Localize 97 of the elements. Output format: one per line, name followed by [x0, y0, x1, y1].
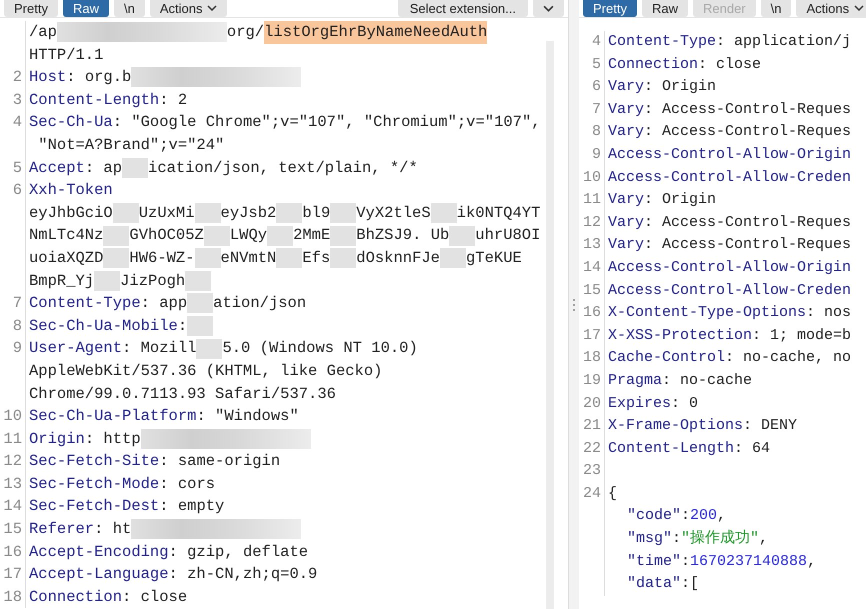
- code-line: /ap org/listOrgEhrByNameNeedAuth: [26, 21, 488, 44]
- line-number: 23: [579, 460, 605, 483]
- view-tab[interactable]: Pretty: [4, 0, 58, 17]
- code-line: X-XSS-Protection: 1; mode=b: [607, 326, 852, 346]
- code-line: "code":200,: [626, 506, 726, 526]
- view-tab[interactable]: \n: [114, 0, 145, 17]
- line-number: 7: [0, 292, 26, 315]
- code-line: X-Content-Type-Options: nos: [607, 303, 852, 324]
- code-line: Vary: Origin: [607, 77, 716, 98]
- line-number: 4: [0, 111, 26, 134]
- line-number: 12: [0, 450, 26, 473]
- line-number: 21: [579, 415, 605, 438]
- code-line: uoiaXQZD HW6-WZ- eNVmtN Efs dOsknnFJe gTeKUE: [28, 247, 522, 270]
- code-line: Vary: Access-Control-Reques: [607, 100, 852, 120]
- code-line: Sec-Fetch-Dest: empty: [28, 496, 224, 518]
- code-line: Access-Control-Allow-Creden: [607, 280, 852, 301]
- view-tab[interactable]: Pretty: [583, 0, 637, 17]
- pane-divider-handle[interactable]: [568, 0, 579, 609]
- line-number: 10: [579, 166, 605, 190]
- line-number: 13: [579, 234, 605, 257]
- code-line: "time":1670237140888,: [626, 552, 816, 572]
- view-tab[interactable]: Raw: [62, 0, 109, 17]
- code-line: eyJhbGciO UzUxMi eyJsb2 bl9 VyX2tleS ik0NTQ4YT: [28, 202, 540, 224]
- code-line: Vary: Origin: [607, 190, 716, 210]
- line-number: 4: [579, 31, 605, 54]
- code-line: Content-Type: app ation/json: [28, 292, 306, 315]
- line-number: 6: [0, 179, 26, 202]
- view-tab[interactable]: \n: [760, 0, 792, 17]
- line-number: 5: [579, 54, 605, 76]
- code-line: Sec-Fetch-Mode: cors: [28, 474, 216, 495]
- code-line: Sec-Ch-Ua-Mobile:: [26, 314, 214, 338]
- caret-icon: [543, 4, 554, 12]
- line-number: 9: [0, 337, 26, 360]
- code-line: User-Agent: Mozill 5.0 (Windows NT 10.0): [28, 338, 418, 360]
- line-number: 17: [579, 324, 605, 348]
- code-line: Chrome/99.0.7113.93 Safari/537.36: [28, 384, 336, 404]
- line-number: 17: [0, 563, 26, 586]
- line-number: 7: [579, 98, 605, 122]
- line-number: 8: [579, 121, 605, 144]
- code-line: AppleWebKit/537.36 (KHTML, like Gecko): [28, 360, 382, 382]
- line-number: 15: [0, 518, 26, 541]
- dropdown-button[interactable]: [533, 0, 564, 17]
- line-number: 20: [579, 392, 605, 416]
- code-line: Connection: close: [607, 54, 762, 75]
- code-line: Access-Control-Allow-Creden: [607, 168, 852, 188]
- view-tab[interactable]: Actions: [796, 0, 866, 17]
- line-number: 11: [0, 428, 26, 450]
- code-line: "Not=A?Brand";v="24": [37, 134, 224, 156]
- line-number: 11: [579, 189, 605, 212]
- code-line: Sec-Ch-Ua-Platform: "Windows": [28, 406, 299, 428]
- line-number: 19: [579, 370, 605, 392]
- line-number: 9: [579, 144, 605, 167]
- code-line: {: [607, 484, 618, 504]
- code-line: Cache-Control: no-cache, no: [607, 348, 852, 368]
- line-number: 3: [0, 88, 26, 112]
- line-number: 5: [0, 156, 26, 180]
- code-line: Content-Length: 2: [28, 90, 188, 111]
- line-number: 8: [0, 314, 26, 338]
- code-line: "data":[: [626, 574, 700, 594]
- view-tab[interactable]: Raw: [642, 0, 688, 17]
- line-number: 16: [579, 302, 605, 325]
- line-number: 22: [579, 438, 605, 460]
- code-line: Vary: Access-Control-Reques: [607, 122, 852, 142]
- code-line: Accept: ap ication/json, text/plain, */*: [28, 156, 418, 180]
- line-number: 16: [0, 540, 26, 564]
- line-number: 10: [0, 405, 26, 428]
- code-line: Content-Type: application/j: [607, 32, 852, 52]
- code-line: NmLTc4Nz GVhOC05Z LWQy 2MmE BhZSJ9. Ub uhrU8OI: [28, 224, 540, 247]
- code-line: "msg":"操作成功",: [626, 528, 768, 550]
- line-number: 18: [0, 586, 26, 608]
- line-number: 12: [579, 212, 605, 234]
- code-line: Connection: close: [28, 586, 188, 608]
- code-line: Expires: 0: [607, 394, 698, 414]
- code-line: Xxh-Token: [28, 180, 113, 202]
- code-line: Accept-Language: zh-CN,zh;q=0.9: [28, 564, 318, 586]
- code-line: Access-Control-Allow-Origin: [607, 258, 852, 278]
- line-number: 14: [579, 256, 605, 280]
- code-line: Content-Length: 64: [607, 438, 770, 459]
- code-line: Accept-Encoding: gzip, deflate: [28, 542, 308, 563]
- line-number: 15: [579, 280, 605, 302]
- line-number: 6: [579, 76, 605, 99]
- code-line: Sec-Fetch-Site: same-origin: [28, 451, 280, 472]
- code-line: Vary: Access-Control-Reques: [607, 235, 852, 256]
- code-line: Vary: Access-Control-Reques: [607, 212, 852, 233]
- line-number: 24: [579, 482, 605, 506]
- code-line: HTTP/1.1: [28, 44, 104, 66]
- code-line: BmpR_Yj JizPogh: [26, 270, 212, 292]
- line-number: 2: [0, 66, 26, 89]
- line-number: 13: [0, 472, 26, 496]
- view-tab[interactable]: Actions: [150, 0, 228, 17]
- line-number: 18: [579, 347, 605, 370]
- extension-select[interactable]: Select extension...: [398, 0, 528, 17]
- code-line: Access-Control-Allow-Origin: [607, 144, 852, 165]
- line-number: 14: [0, 495, 26, 518]
- code-line: X-Frame-Options: DENY: [607, 416, 798, 436]
- code-line: Pragma: no-cache: [607, 370, 752, 391]
- code-line: Sec-Ch-Ua: "Google Chrome";v="107", "Chromium";v="107",: [28, 112, 541, 134]
